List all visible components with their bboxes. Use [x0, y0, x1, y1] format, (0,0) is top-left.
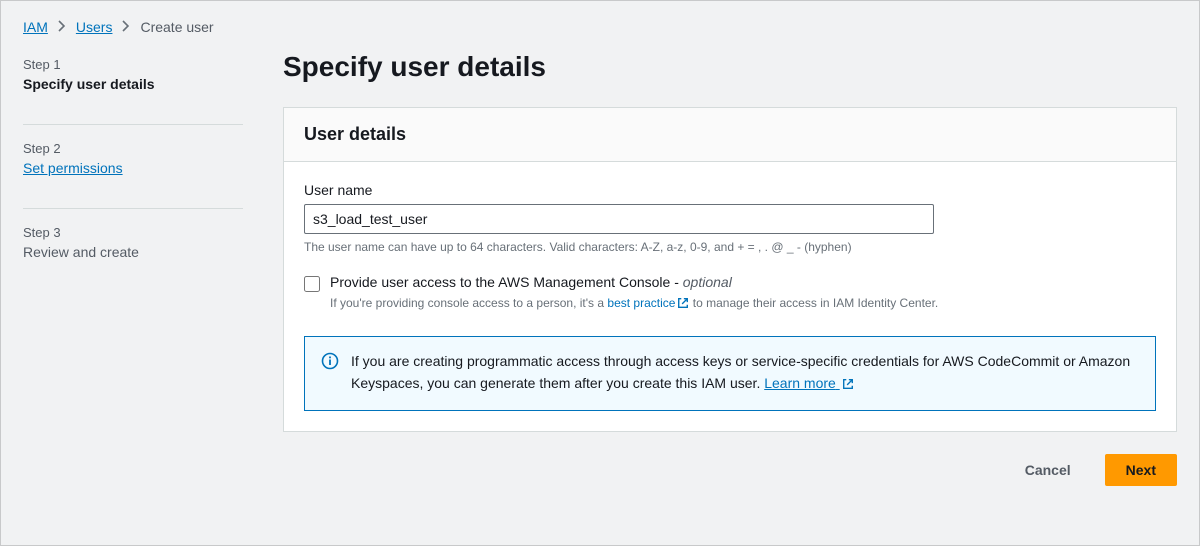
breadcrumb-users-link[interactable]: Users [76, 19, 113, 35]
console-access-checkbox[interactable] [304, 276, 320, 292]
username-label: User name [304, 182, 1156, 198]
username-hint: The user name can have up to 64 characte… [304, 240, 1156, 254]
console-access-description: If you're providing console access to a … [330, 294, 938, 314]
chevron-right-icon [58, 19, 66, 35]
breadcrumb: IAM Users Create user [1, 1, 1199, 47]
step-label: Step 2 [23, 141, 243, 156]
info-text: If you are creating programmatic access … [351, 351, 1139, 396]
external-link-icon [677, 296, 689, 314]
wizard-step-3: Step 3 Review and create [23, 208, 243, 276]
chevron-right-icon [122, 19, 130, 35]
external-link-icon [842, 375, 854, 397]
next-button[interactable]: Next [1105, 454, 1177, 486]
info-alert: If you are creating programmatic access … [304, 336, 1156, 411]
learn-more-link[interactable]: Learn more [764, 375, 853, 391]
step-label: Step 1 [23, 57, 243, 72]
footer-actions: Cancel Next [283, 454, 1177, 486]
step-title: Specify user details [23, 76, 243, 92]
wizard-steps: Step 1 Specify user details Step 2 Set p… [23, 47, 243, 486]
user-details-panel: User details User name The user name can… [283, 107, 1177, 432]
panel-header: User details [284, 108, 1176, 162]
info-icon [321, 352, 339, 373]
page-title: Specify user details [283, 51, 1177, 83]
wizard-step-1: Step 1 Specify user details [23, 57, 243, 108]
step-label: Step 3 [23, 225, 243, 240]
cancel-button[interactable]: Cancel [1005, 455, 1091, 485]
breadcrumb-current: Create user [140, 19, 213, 35]
step-link-set-permissions[interactable]: Set permissions [23, 160, 123, 176]
console-access-row: Provide user access to the AWS Managemen… [304, 274, 1156, 314]
step-title: Set permissions [23, 160, 243, 176]
panel-title: User details [304, 124, 1156, 145]
wizard-step-2: Step 2 Set permissions [23, 124, 243, 192]
step-title: Review and create [23, 244, 243, 260]
breadcrumb-iam-link[interactable]: IAM [23, 19, 48, 35]
main-content: Specify user details User details User n… [283, 47, 1177, 486]
best-practice-link[interactable]: best practice [607, 296, 689, 310]
console-access-label: Provide user access to the AWS Managemen… [330, 274, 938, 290]
username-input[interactable] [304, 204, 934, 234]
